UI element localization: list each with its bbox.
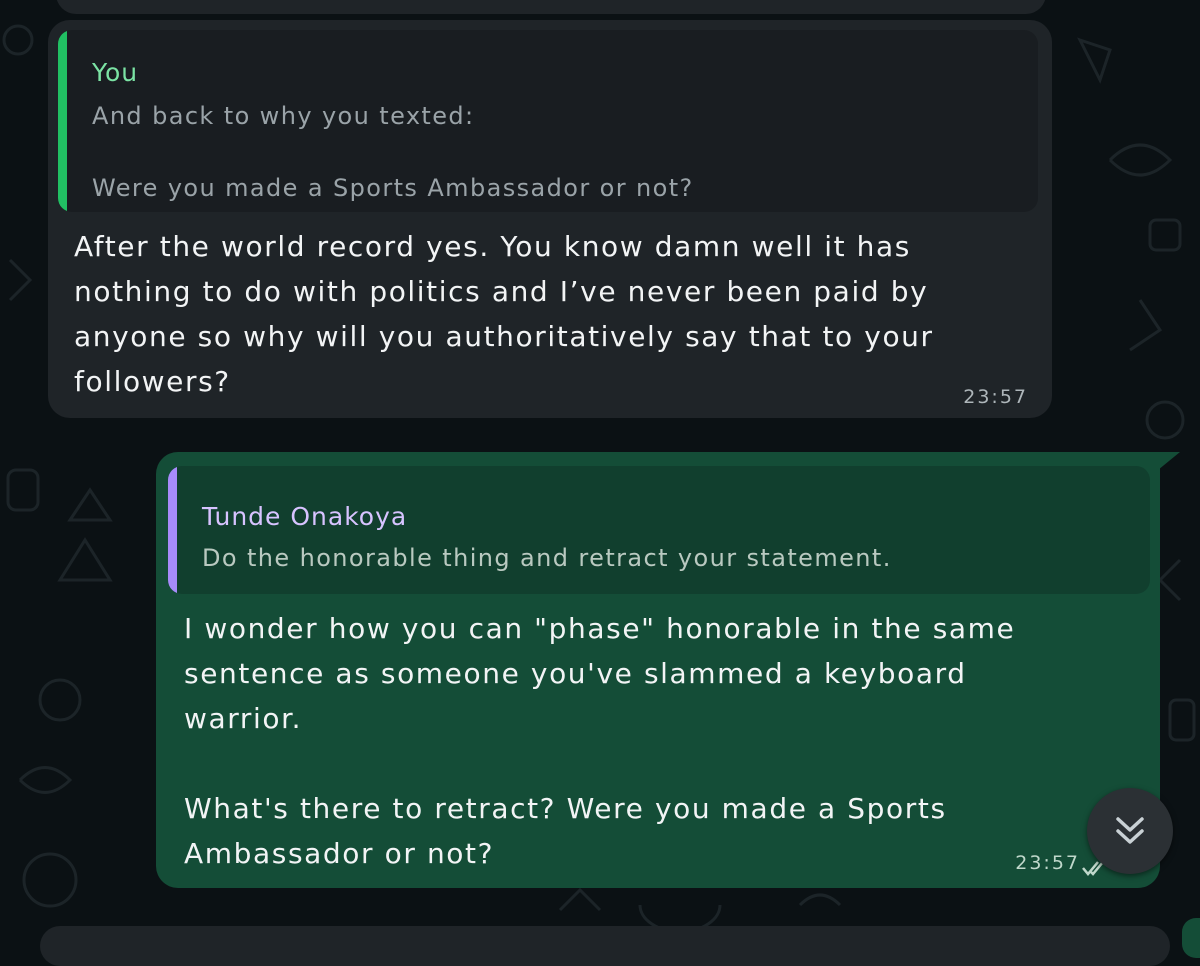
outgoing-message-bubble[interactable]: Tunde Onakoya Do the honorable thing and… [156, 452, 1160, 888]
message-timestamp: 23:57 [963, 386, 1028, 408]
message-text: After the world record yes. You know dam… [74, 230, 934, 398]
quoted-reply[interactable]: Tunde Onakoya Do the honorable thing and… [168, 466, 1150, 594]
next-outgoing-bubble-edge [1182, 918, 1200, 958]
quoted-reply[interactable]: You And back to why you texted: Were you… [58, 30, 1038, 212]
quote-author: You [92, 58, 139, 87]
message-text: I wonder how you can "phase" honorable i… [184, 612, 1016, 870]
quote-text: Do the honorable thing and retract your … [202, 544, 892, 572]
quote-bar [58, 30, 67, 212]
message-timestamp: 23:57 [1015, 852, 1080, 874]
quote-author: Tunde Onakoya [202, 502, 408, 531]
previous-message-bubble [56, 0, 1046, 14]
quote-text: And back to why you texted: Were you mad… [92, 102, 694, 202]
next-message-bubble [40, 926, 1170, 966]
scroll-to-bottom-button[interactable] [1087, 788, 1173, 874]
incoming-message-bubble[interactable]: You And back to why you texted: Were you… [48, 20, 1052, 418]
chevron-double-down-icon [1116, 817, 1144, 844]
quote-bar [168, 466, 177, 594]
bubble-tail [1158, 452, 1180, 470]
